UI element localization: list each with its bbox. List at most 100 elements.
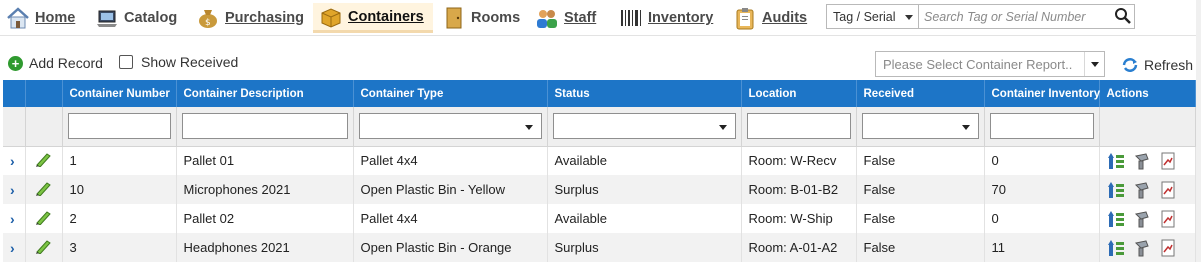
add-record-button[interactable]: + Add Record — [8, 55, 103, 71]
actions-cell — [1099, 175, 1196, 204]
nav-catalog[interactable]: Catalog — [95, 3, 177, 33]
search-input[interactable] — [918, 4, 1135, 29]
chevron-down-icon — [1084, 52, 1104, 76]
scanner-icon[interactable] — [1133, 152, 1151, 170]
report-select-placeholder: Please Select Container Report.. — [883, 56, 1073, 72]
pencil-icon[interactable] — [33, 209, 53, 226]
expand-cell[interactable]: › — [3, 204, 26, 233]
filter-container-number[interactable] — [67, 113, 171, 140]
col-container-number[interactable]: Container Number — [62, 80, 177, 107]
table-row[interactable]: › 3 Headphones 2021 Open Plastic Bin - Oran… — [3, 233, 1196, 262]
filter-container-type[interactable] — [358, 113, 542, 140]
refresh-button[interactable]: Refresh — [1121, 57, 1193, 73]
col-received[interactable]: Received — [856, 80, 985, 107]
top-nav: Home Catalog $ Purchasing Containers Roo… — [0, 0, 1201, 36]
scanner-icon[interactable] — [1133, 239, 1151, 257]
nav-home[interactable]: Home — [6, 3, 75, 33]
plus-icon: + — [8, 55, 23, 71]
report-icon[interactable] — [1159, 152, 1177, 170]
nav-purchasing[interactable]: $ Purchasing — [196, 3, 304, 33]
table-row[interactable]: › 1 Pallet 01 Pallet 4x4 Available Room: W-Re… — [3, 146, 1196, 175]
refresh-label: Refresh — [1144, 57, 1194, 73]
cell-type: Pallet 4x4 — [353, 146, 548, 175]
table-row[interactable]: › 2 Pallet 02 Pallet 4x4 Available Room: W-Sh… — [3, 204, 1196, 233]
cell-type: Open Plastic Bin - Orange — [353, 233, 548, 262]
scanner-icon[interactable] — [1133, 210, 1151, 228]
door-icon — [442, 6, 466, 30]
container-report-select[interactable]: Please Select Container Report.. — [875, 51, 1105, 77]
cell-number: 3 — [62, 233, 177, 262]
edit-cell[interactable] — [25, 175, 63, 204]
show-received-checkbox[interactable]: Show Received — [119, 54, 238, 70]
chevron-right-icon[interactable]: › — [10, 153, 15, 169]
vertical-scrollbar[interactable] — [1196, 0, 1201, 262]
filter-empty — [1099, 107, 1196, 147]
laptop-icon — [95, 6, 119, 30]
table-row[interactable]: › 10 Microphones 2021 Open Plastic Bin - Ye… — [3, 175, 1196, 204]
nav-inventory[interactable]: Inventory — [619, 3, 713, 33]
report-icon[interactable] — [1159, 181, 1177, 199]
box-icon — [319, 5, 343, 29]
chevron-down-icon — [524, 125, 533, 131]
barcode-icon — [619, 6, 643, 30]
col-container-inventory[interactable]: Container Inventory — [984, 80, 1100, 107]
report-icon[interactable] — [1159, 210, 1177, 228]
move-icon[interactable] — [1107, 152, 1125, 170]
edit-cell[interactable] — [25, 146, 63, 175]
actions-cell — [1099, 204, 1196, 233]
report-icon[interactable] — [1159, 239, 1177, 257]
cell-received: False — [856, 175, 985, 204]
cell-location: Room: B-01-B2 — [741, 175, 857, 204]
expand-cell[interactable]: › — [3, 146, 26, 175]
edit-cell[interactable] — [25, 233, 63, 262]
col-container-description[interactable]: Container Description — [176, 80, 354, 107]
search-type-select[interactable]: Tag / Serial — [826, 4, 920, 29]
cell-status: Surplus — [547, 175, 742, 204]
search-icon[interactable] — [1113, 6, 1133, 26]
home-icon — [6, 6, 30, 30]
nav-rooms[interactable]: Rooms — [442, 3, 520, 33]
move-icon[interactable] — [1107, 210, 1125, 228]
chevron-right-icon[interactable]: › — [10, 211, 15, 227]
nav-containers[interactable]: Containers — [313, 3, 433, 33]
nav-audits[interactable]: Audits — [733, 3, 807, 33]
pencil-icon[interactable] — [33, 238, 53, 255]
nav-inventory-label: Inventory — [648, 10, 714, 26]
chevron-right-icon[interactable]: › — [10, 240, 15, 256]
cell-inventory: 0 — [984, 204, 1100, 233]
cell-received: False — [856, 146, 985, 175]
scanner-icon[interactable] — [1133, 181, 1151, 199]
cell-number: 10 — [62, 175, 177, 204]
move-icon[interactable] — [1107, 181, 1125, 199]
filter-container-inventory[interactable] — [989, 113, 1094, 140]
col-expand — [3, 80, 26, 107]
col-location[interactable]: Location — [741, 80, 857, 107]
cell-number: 1 — [62, 146, 177, 175]
filter-location[interactable] — [746, 113, 851, 140]
nav-staff[interactable]: Staff — [535, 3, 596, 33]
pencil-icon[interactable] — [33, 180, 53, 197]
cell-description: Pallet 02 — [176, 204, 354, 233]
chevron-down-icon — [718, 125, 727, 131]
cell-status: Available — [547, 204, 742, 233]
pencil-icon[interactable] — [33, 151, 53, 168]
cell-received: False — [856, 204, 985, 233]
cell-status: Surplus — [547, 233, 742, 262]
nav-purchasing-label: Purchasing — [225, 10, 304, 26]
cell-inventory: 70 — [984, 175, 1100, 204]
filter-received[interactable] — [861, 113, 979, 140]
filter-status[interactable] — [552, 113, 736, 140]
refresh-icon — [1121, 57, 1139, 73]
expand-cell[interactable]: › — [3, 233, 26, 262]
move-icon[interactable] — [1107, 239, 1125, 257]
col-status[interactable]: Status — [547, 80, 742, 107]
edit-cell[interactable] — [25, 204, 63, 233]
chevron-right-icon[interactable]: › — [10, 182, 15, 198]
expand-cell[interactable]: › — [3, 175, 26, 204]
clipboard-icon — [733, 6, 757, 30]
checkbox-box[interactable] — [119, 55, 133, 69]
actions-cell — [1099, 233, 1196, 262]
add-record-label: Add Record — [29, 55, 103, 71]
col-container-type[interactable]: Container Type — [353, 80, 548, 107]
filter-container-description[interactable] — [181, 113, 348, 140]
